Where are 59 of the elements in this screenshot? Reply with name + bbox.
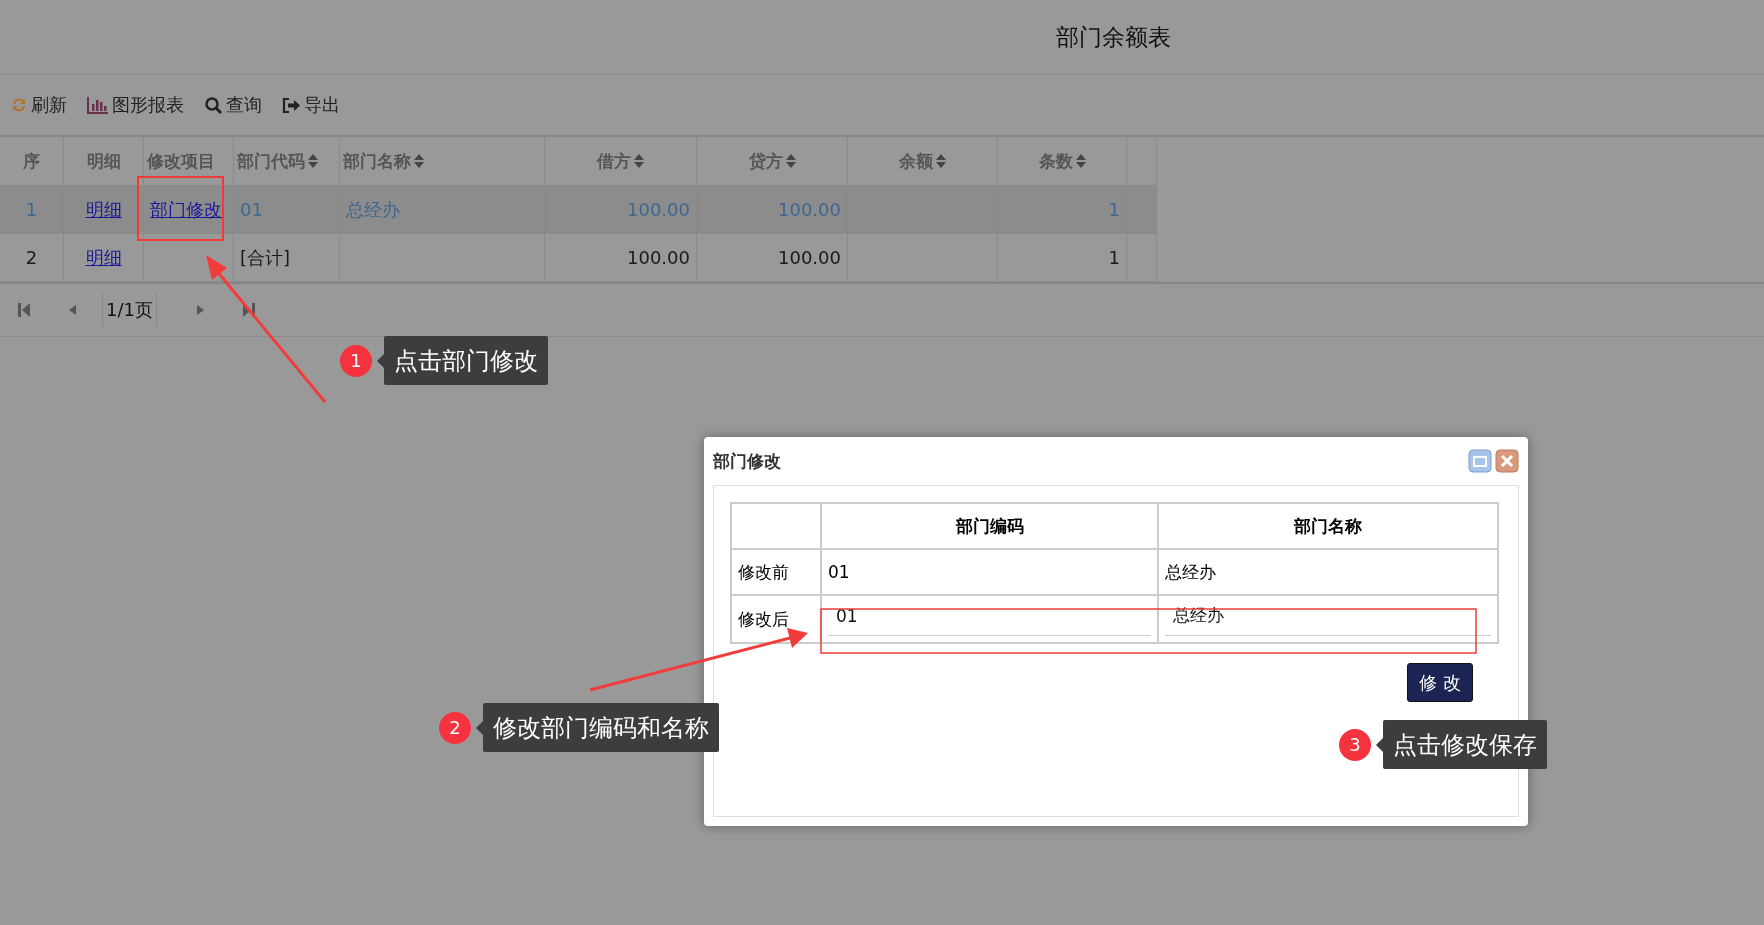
table-cell: 01 <box>240 199 263 220</box>
sort-icon <box>785 154 796 168</box>
sort-icon <box>936 154 946 168</box>
table-row[interactable]: 1 明细 部门修改 01 总经办 100.00 100.00 1 <box>0 186 1157 234</box>
previous-page-icon <box>68 305 76 315</box>
column-header[interactable]: 部门名称 <box>340 137 545 185</box>
table-cell: 1 <box>1108 247 1120 268</box>
column-header[interactable]: 余额 <box>848 137 998 185</box>
first-page-icon <box>18 303 30 317</box>
next-page-icon <box>197 305 205 315</box>
detail-link[interactable]: 明细 <box>85 245 122 270</box>
column-header: 明细 <box>64 137 144 185</box>
sort-icon <box>634 154 644 168</box>
column-header: 序 <box>0 137 64 185</box>
save-button[interactable]: 修 改 <box>1407 663 1473 702</box>
callout-label: 点击部门修改 <box>384 336 548 385</box>
sort-icon <box>414 154 424 168</box>
sort-icon <box>308 154 318 168</box>
row-label: 修改前 <box>738 560 789 584</box>
toolbar-button[interactable]: 刷新 <box>10 93 67 117</box>
table-cell: 01 <box>828 562 850 582</box>
search-icon <box>204 95 223 115</box>
last-page-icon <box>242 303 255 317</box>
table-cell: 1 <box>1108 199 1120 220</box>
sort-icon <box>1075 154 1086 168</box>
column-header[interactable]: 条数 <box>998 137 1127 185</box>
toolbar-button[interactable]: 图形报表 <box>87 93 184 117</box>
edit-link[interactable]: 部门修改 <box>150 197 222 222</box>
table-cell: 1 <box>25 199 38 220</box>
callout-label: 点击修改保存 <box>1383 720 1547 769</box>
row-label: 修改后 <box>738 607 789 631</box>
table-cell: [合计] <box>240 245 291 270</box>
column-header[interactable]: 部门代码 <box>234 137 340 185</box>
step-number-badge: 1 <box>340 344 372 377</box>
export-icon <box>282 96 301 114</box>
table-cell: 总经办 <box>1165 560 1216 584</box>
detail-link[interactable]: 明细 <box>85 197 122 222</box>
page-indicator: 1/1页 <box>102 293 157 327</box>
table-cell: 100.00 <box>778 247 841 268</box>
bar-chart-icon <box>87 96 109 114</box>
table-cell: 100.00 <box>778 199 841 220</box>
minimize-button[interactable] <box>1468 449 1492 473</box>
dialog-title: 部门修改 <box>713 449 782 473</box>
callout-label: 修改部门编码和名称 <box>483 703 719 752</box>
close-button[interactable] <box>1495 449 1519 473</box>
page-title: 部门余额表 <box>1056 23 1171 52</box>
table-cell: 100.00 <box>627 199 690 220</box>
column-header: 修改项目 <box>144 137 234 185</box>
toolbar-button[interactable]: 导出 <box>282 93 340 117</box>
column-header: 部门名称 <box>1294 514 1362 538</box>
refresh-icon <box>10 96 28 114</box>
column-header[interactable]: 贷方 <box>697 137 848 185</box>
toolbar-button[interactable]: 查询 <box>204 93 262 117</box>
table-cell: 总经办 <box>346 197 400 222</box>
column-header[interactable]: 借方 <box>545 137 697 185</box>
table-cell: 2 <box>25 247 38 268</box>
step-number-badge: 2 <box>439 711 471 744</box>
column-header: 部门编码 <box>955 514 1024 538</box>
table-cell: 100.00 <box>627 247 690 268</box>
